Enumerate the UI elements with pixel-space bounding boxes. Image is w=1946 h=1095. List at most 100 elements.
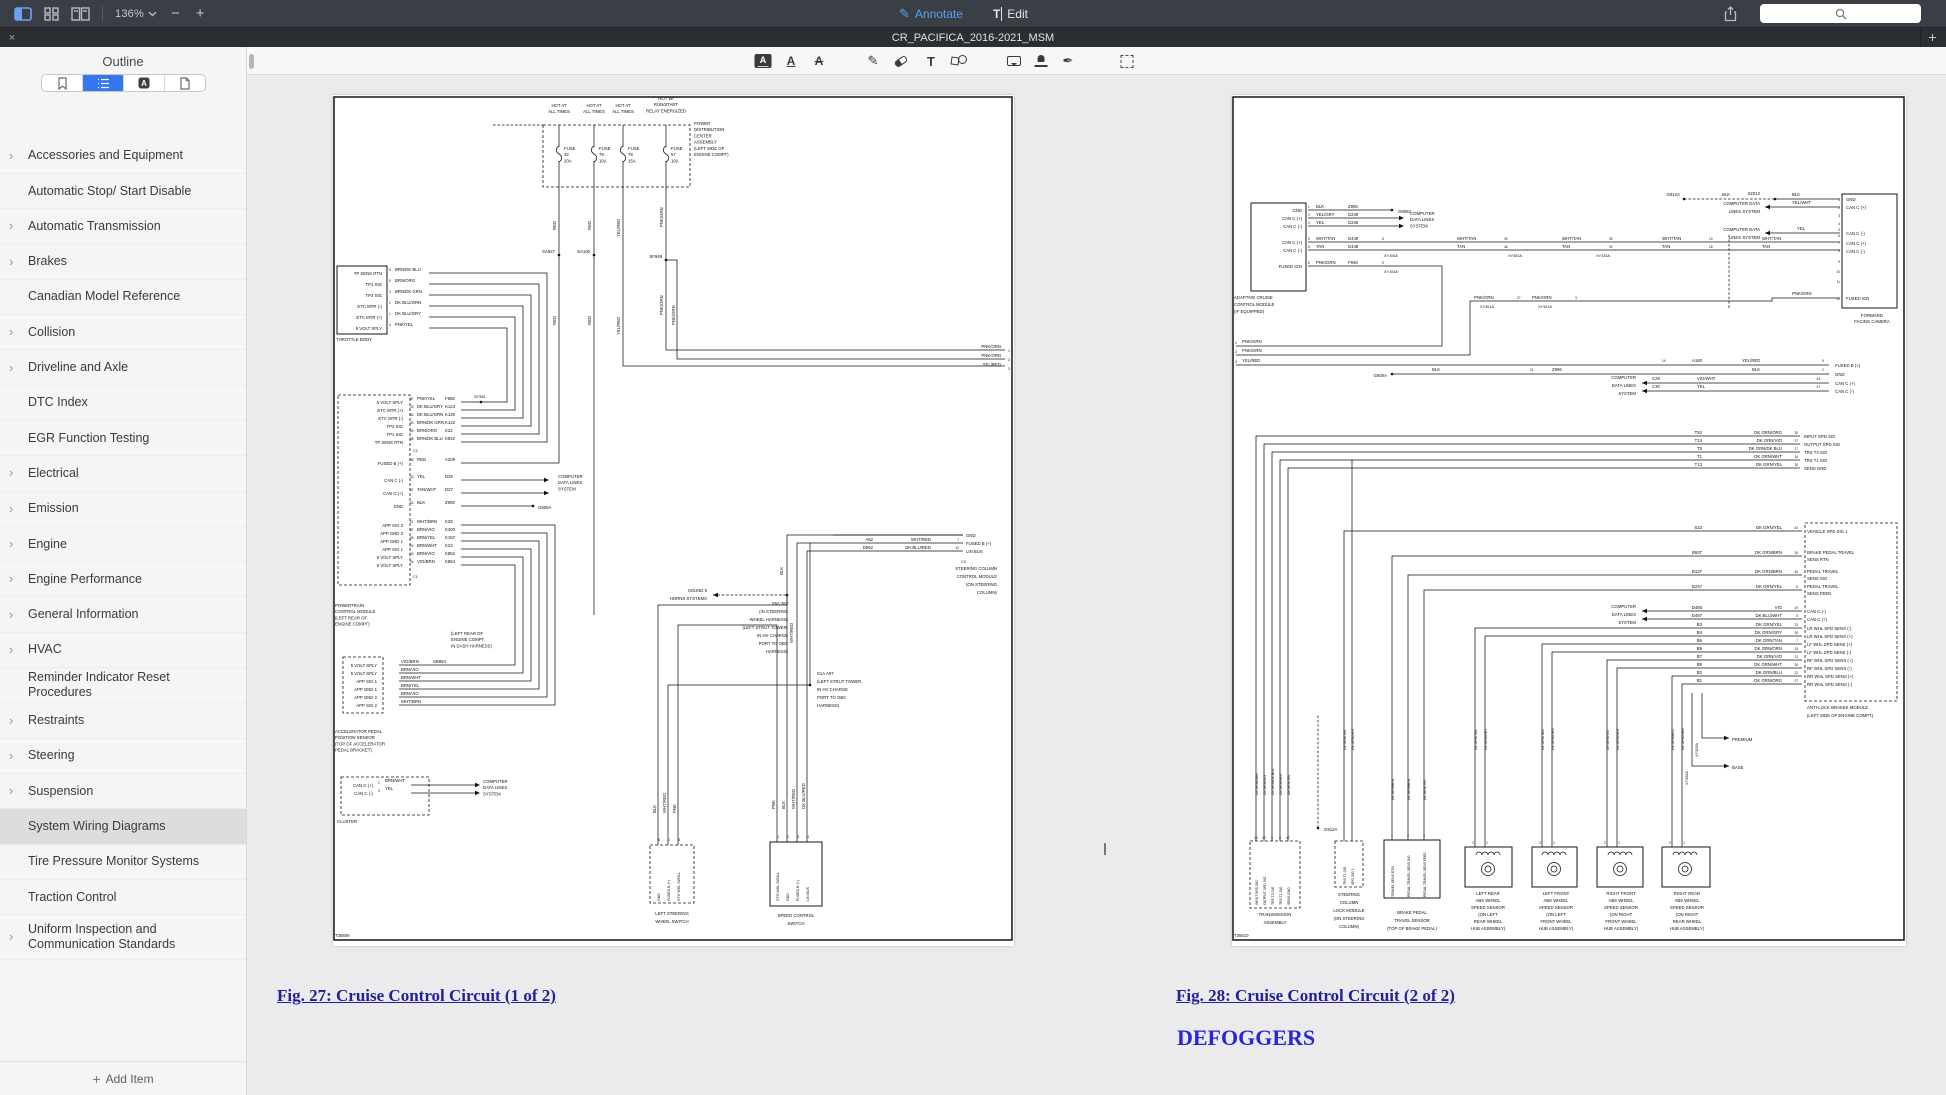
svg-text:YEL/RED: YEL/RED: [1242, 358, 1260, 363]
sidebar-item[interactable]: System Wiring Diagrams: [0, 809, 246, 844]
svg-text:BRN/YEL: BRN/YEL: [417, 535, 436, 540]
svg-text:LR WHL SPD SENS (+): LR WHL SPD SENS (+): [1807, 634, 1853, 639]
zoom-out-button[interactable]: −: [163, 0, 188, 27]
sidebar-item-label: Electrical: [28, 466, 79, 481]
shapes-icon[interactable]: [951, 47, 967, 75]
strikethrough-text-icon[interactable]: A: [815, 47, 824, 75]
svg-text:2: 2: [1604, 841, 1606, 845]
svg-text:TAN/WHT: TAN/WHT: [417, 487, 437, 492]
svg-text:BRN/DK BLU: BRN/DK BLU: [417, 436, 443, 441]
svg-text:87: 87: [410, 397, 414, 401]
new-tab-button[interactable]: +: [1920, 28, 1944, 48]
signature-icon[interactable]: ✒: [1063, 47, 1074, 75]
sidebar-item[interactable]: › Electrical: [0, 456, 246, 491]
sidebar-item[interactable]: ›Driveline and Axle: [0, 350, 246, 385]
chevron-right-icon[interactable]: ›: [9, 610, 13, 620]
eraser-icon[interactable]: [895, 47, 908, 75]
svg-text:BRN/DK BLU: BRN/DK BLU: [395, 267, 421, 272]
svg-text:YEL/RED: YEL/RED: [616, 219, 621, 237]
svg-text:DK GRN/YEL: DK GRN/YEL: [1423, 779, 1427, 800]
annotate-tab[interactable]: ✎ Annotate: [893, 0, 969, 27]
zoom-in-button[interactable]: +: [188, 0, 213, 27]
figure-27-caption-link[interactable]: Fig. 27: Cruise Control Circuit (1 of 2): [277, 986, 556, 1006]
pencil-icon[interactable]: ✎: [868, 47, 879, 75]
sidebar-item[interactable]: ›Collision: [0, 315, 246, 350]
sidebar-item[interactable]: ›Emission: [0, 492, 246, 527]
sidebar-item[interactable]: › Restraints: [0, 703, 246, 738]
svg-text:94: 94: [410, 560, 414, 564]
tab-pages[interactable]: [165, 75, 205, 91]
sidebar-item[interactable]: Reminder Indicator Reset Procedures: [0, 668, 246, 703]
sidebar-item-label: Restraints: [28, 713, 84, 728]
sidebar-item[interactable]: ›Suspension: [0, 774, 246, 809]
toolbar-divider: [102, 6, 103, 21]
svg-text:BRN/YEL: BRN/YEL: [401, 683, 420, 688]
sidebar-item[interactable]: ›HVAC: [0, 633, 246, 668]
chevron-right-icon[interactable]: ›: [9, 504, 13, 514]
sidebar-item[interactable]: Canadian Model Reference: [0, 280, 246, 315]
svg-text:CAN C (-): CAN C (-): [1283, 248, 1302, 253]
chevron-right-icon[interactable]: ›: [9, 327, 13, 337]
sidebar-item[interactable]: ›Engine: [0, 527, 246, 562]
note-icon[interactable]: [1007, 47, 1021, 75]
underline-text-icon[interactable]: A: [787, 47, 796, 75]
sidebar-item[interactable]: Automatic Stop/ Start Disable: [0, 174, 246, 209]
sidebar-item[interactable]: ›Automatic Transmission: [0, 209, 246, 244]
chevron-right-icon[interactable]: ›: [9, 221, 13, 231]
svg-text:GND: GND: [1292, 208, 1302, 213]
sidebar-item[interactable]: Traction Control: [0, 880, 246, 915]
edit-tab[interactable]: T Edit: [987, 0, 1034, 27]
sidebar-resize-handle[interactable]: [249, 54, 254, 69]
sidebar-item[interactable]: ›Brakes: [0, 245, 246, 280]
text-tool-icon[interactable]: T: [927, 47, 935, 75]
share-icon[interactable]: [1718, 0, 1743, 27]
svg-text:44: 44: [1794, 526, 1798, 530]
sidebar-item[interactable]: EGR Function Testing: [0, 421, 246, 456]
svg-text:4: 4: [1838, 222, 1840, 226]
sidebar-toggle-icon[interactable]: [8, 0, 38, 27]
stamp-icon[interactable]: [1035, 47, 1048, 75]
sidebar-item[interactable]: ›Uniform Inspection and Communication St…: [0, 915, 246, 960]
svg-text:HOT W/RUN/STARTRELAY ENERGIZED: HOT W/RUN/STARTRELAY ENERGIZED: [646, 96, 686, 113]
svg-text:ABS WHEEL: ABS WHEEL: [1674, 898, 1700, 903]
chevron-right-icon[interactable]: ›: [9, 363, 13, 373]
svg-text:TAN: TAN: [1316, 244, 1324, 249]
chevron-right-icon[interactable]: ›: [9, 539, 13, 549]
zoom-level-dropdown[interactable]: 136%: [109, 0, 163, 27]
thumbnail-grid-icon[interactable]: [38, 0, 65, 27]
sidebar-item[interactable]: DTC Index: [0, 386, 246, 421]
chevron-right-icon[interactable]: ›: [9, 645, 13, 655]
svg-text:CAN C (+): CAN C (+): [1282, 216, 1303, 221]
chevron-right-icon[interactable]: ›: [9, 932, 13, 942]
chevron-right-icon[interactable]: ›: [9, 151, 13, 161]
chevron-right-icon[interactable]: ›: [9, 257, 13, 267]
tab-bookmarks[interactable]: [42, 75, 83, 91]
svg-text:GND: GND: [1835, 372, 1845, 377]
tab-outline[interactable]: [83, 75, 124, 91]
svg-text:1: 1: [1008, 349, 1010, 353]
document-tab-title[interactable]: CR_PACIFICA_2016-2021_MSM: [0, 28, 1946, 48]
sidebar-item-label: Tire Pressure Monitor Systems: [28, 854, 199, 869]
tab-annotations[interactable]: A: [124, 75, 165, 91]
svg-text:5 VOLT SPLY: 5 VOLT SPLY: [377, 555, 403, 560]
figure-28-caption-link[interactable]: Fig. 28: Cruise Control Circuit (2 of 2): [1176, 986, 1455, 1006]
chevron-right-icon[interactable]: ›: [9, 716, 13, 726]
sidebar-item[interactable]: ›Steering: [0, 739, 246, 774]
sidebar-item-label: Reminder Indicator Reset Procedures: [28, 670, 237, 700]
select-rect-icon[interactable]: [1121, 47, 1134, 75]
highlight-style-icon[interactable]: A: [755, 47, 772, 75]
chevron-right-icon[interactable]: ›: [9, 751, 13, 761]
chevron-right-icon[interactable]: ›: [9, 574, 13, 584]
add-item-button[interactable]: + Add Item: [0, 1061, 246, 1095]
search-input[interactable]: [1760, 4, 1921, 23]
sidebar-item[interactable]: ›Engine Performance: [0, 562, 246, 597]
svg-text:5: 5: [1822, 359, 1824, 363]
sidebar-item[interactable]: ›General Information: [0, 598, 246, 633]
chevron-right-icon[interactable]: ›: [9, 786, 13, 796]
svg-text:D465: D465: [1692, 605, 1703, 610]
sidebar-item[interactable]: ›Accessories and Equipment: [0, 139, 246, 174]
svg-text:G912A: G912A: [1667, 192, 1681, 197]
two-page-view-icon[interactable]: [65, 0, 96, 27]
chevron-right-icon[interactable]: ›: [9, 468, 13, 478]
sidebar-item[interactable]: Tire Pressure Monitor Systems: [0, 845, 246, 880]
